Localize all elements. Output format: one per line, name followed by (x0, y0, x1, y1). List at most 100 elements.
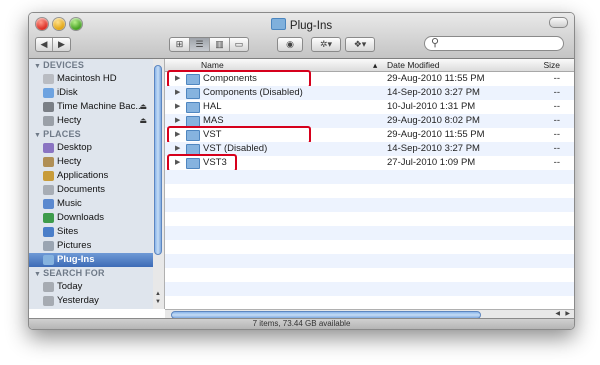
folder-icon (186, 88, 200, 99)
search-input[interactable]: ⚲ (424, 36, 564, 51)
disclosure-triangle-icon[interactable]: ▶ (175, 100, 180, 114)
column-view-button[interactable]: ▥ (210, 38, 230, 51)
sidebar-scroll-thumb[interactable] (154, 65, 162, 255)
sidebar-item-idisk[interactable]: iDisk (29, 86, 153, 100)
section-title: SEARCH FOR (43, 268, 105, 278)
date-modified: 10-Jul-2010 1:31 PM (387, 101, 476, 112)
scroll-left-icon[interactable]: ◀ (555, 310, 560, 317)
date-modified: 29-Aug-2010 8:02 PM (387, 115, 480, 126)
sidebar-item-hecty[interactable]: Hecty (29, 155, 153, 169)
empty-row (165, 282, 574, 296)
disclosure-triangle-icon[interactable]: ▼ (34, 271, 41, 278)
quick-look-button[interactable]: ◉ (277, 37, 303, 52)
hard-disk-icon (43, 74, 54, 84)
sidebar-item-applications[interactable]: Applications (29, 169, 153, 183)
date-column-header[interactable]: Date Modified (387, 59, 439, 71)
sidebar-item-desktop[interactable]: Desktop (29, 141, 153, 155)
file-size: -- (553, 73, 560, 84)
view-mode-segmented-control: ⊞ ☰ ▥ ▭ (169, 37, 249, 52)
date-modified: 27-Jul-2010 1:09 PM (387, 157, 476, 168)
table-row[interactable]: ▶ VST 29-Aug-2010 11:55 PM -- (165, 126, 574, 144)
desktop-icon (43, 143, 54, 153)
empty-row (165, 268, 574, 282)
sidebar-item-label: Documents (57, 184, 106, 195)
dropbox-button[interactable]: ❖▾ (345, 37, 375, 52)
disclosure-triangle-icon[interactable]: ▶ (175, 86, 180, 100)
sidebar-item-macintosh-hd[interactable]: Macintosh HD (29, 72, 153, 86)
downloads-icon (43, 213, 54, 223)
sort-indicator-icon: ▴ (373, 60, 378, 70)
clock-icon (43, 296, 54, 306)
empty-row (165, 226, 574, 240)
sidebar-item-hecty[interactable]: Hecty ⏏ (29, 114, 153, 128)
sidebar-item-label: Hecty (57, 115, 82, 126)
sidebar-item-today[interactable]: Today (29, 280, 153, 294)
folder-icon (186, 102, 200, 113)
sidebar-item-yesterday[interactable]: Yesterday (29, 294, 153, 308)
gear-icon: ✲▾ (319, 39, 333, 49)
eject-icon[interactable]: ⏏ (139, 114, 147, 128)
sidebar-item-sites[interactable]: Sites (29, 225, 153, 239)
scroll-up-icon[interactable]: ▲ (155, 291, 161, 297)
table-row[interactable]: ▶ Components 29-Aug-2010 11:55 PM -- (165, 70, 574, 88)
file-rows: ▶ Components 29-Aug-2010 11:55 PM -- ▶ Compon… (165, 70, 574, 310)
home-icon (43, 157, 54, 167)
sidebar-item-documents[interactable]: Documents (29, 183, 153, 197)
file-list: Name ▴ Date Modified Size ▶ Components 29-… (165, 59, 574, 309)
sidebar-scrollbar[interactable]: ▲ ▼ (153, 59, 165, 309)
file-size: -- (553, 101, 560, 112)
section-title: PLACES (43, 129, 81, 139)
external-disk-icon (43, 102, 54, 112)
list-view-button[interactable]: ☰ (190, 38, 210, 51)
sidebar-item-label: iDisk (57, 87, 78, 98)
sidebar-item-pictures[interactable]: Pictures (29, 239, 153, 253)
action-button[interactable]: ✲▾ (311, 37, 341, 52)
scroll-down-icon[interactable]: ▼ (155, 299, 161, 305)
disk-icon (43, 116, 54, 126)
table-row[interactable]: ▶ Components (Disabled) 14-Sep-2010 3:27 P… (165, 86, 574, 100)
sidebar-item-label: Downloads (57, 212, 104, 223)
eye-icon: ◉ (286, 39, 294, 49)
sidebar-item-time-machine-bac[interactable]: Time Machine Bac... ⏏ (29, 100, 153, 114)
file-size: -- (553, 143, 560, 154)
window-title: Plug-Ins (29, 18, 574, 32)
sidebar-item-plug-ins[interactable]: Plug-Ins (29, 253, 153, 267)
sidebar-item-label: Desktop (57, 142, 92, 153)
search-icon: ⚲ (431, 37, 440, 49)
file-name: HAL (203, 101, 222, 112)
eject-icon[interactable]: ⏏ (139, 100, 147, 114)
sidebar-section-header[interactable]: ▼ SEARCH FOR (29, 267, 153, 280)
sidebar-item-label: Applications (57, 170, 109, 181)
status-bar: 7 items, 73.44 GB available (29, 318, 574, 329)
folder-icon (270, 18, 286, 30)
date-modified: 29-Aug-2010 11:55 PM (387, 129, 485, 140)
empty-row (165, 254, 574, 268)
scroll-right-icon[interactable]: ▶ (565, 310, 570, 317)
table-row[interactable]: ▶ HAL 10-Jul-2010 1:31 PM -- (165, 100, 574, 114)
sidebar-section-header[interactable]: ▼ DEVICES (29, 59, 153, 72)
toolbar-toggle-button[interactable] (549, 17, 568, 28)
disclosure-triangle-icon[interactable]: ▼ (34, 132, 41, 139)
documents-icon (43, 185, 54, 195)
sidebar-item-downloads[interactable]: Downloads (29, 211, 153, 225)
pictures-icon (43, 241, 54, 251)
disclosure-triangle-icon[interactable]: ▼ (34, 63, 41, 70)
table-row[interactable]: ▶ VST3 27-Jul-2010 1:09 PM -- (165, 154, 574, 172)
clock-icon (43, 282, 54, 292)
sidebar-item-label: Sites (57, 226, 79, 237)
date-modified: 14-Sep-2010 3:27 PM (387, 143, 480, 154)
sidebar: ▼ DEVICES Macintosh HD iDisk Time Machine Ba… (29, 59, 154, 309)
back-arrow-icon[interactable]: ◀ (36, 38, 53, 51)
cover-flow-button[interactable]: ▭ (230, 38, 248, 51)
forward-arrow-icon[interactable]: ▶ (53, 38, 70, 51)
size-column-header[interactable]: Size (543, 59, 560, 71)
file-size: -- (553, 157, 560, 168)
dropbox-icon: ❖▾ (353, 39, 367, 49)
empty-row (165, 170, 574, 184)
sidebar-item-music[interactable]: Music (29, 197, 153, 211)
icon-view-button[interactable]: ⊞ (170, 38, 190, 51)
empty-row (165, 198, 574, 212)
date-modified: 14-Sep-2010 3:27 PM (387, 87, 480, 98)
sidebar-section-header[interactable]: ▼ PLACES (29, 128, 153, 141)
sidebar-item-label: Today (57, 281, 83, 292)
